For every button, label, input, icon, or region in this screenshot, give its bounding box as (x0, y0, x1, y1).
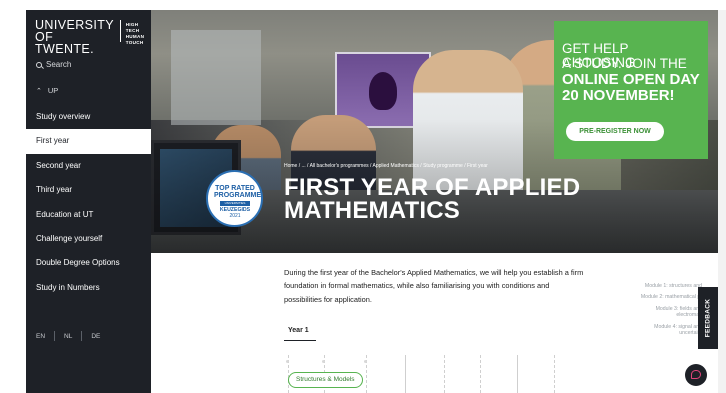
scrollbar[interactable] (718, 10, 726, 393)
promo-line: 20 NOVEMBER! (562, 87, 675, 104)
up-label: UP (47, 86, 59, 95)
university-logo[interactable]: UNIVERSITY OF TWENTE. HIGH TECH HUMAN TO… (35, 19, 151, 56)
pre-register-button[interactable]: PRE-REGISTER NOW (566, 122, 664, 141)
search-button[interactable]: Search (36, 60, 71, 69)
open-day-promo: GET HELP CHOOSING A STUDY. JOIN THE ONLI… (554, 21, 708, 159)
language-de[interactable]: DE (91, 333, 100, 340)
module-list-side: Module 1: structures and Module 2: mathe… (640, 283, 702, 341)
sidebar-item-double-degree-options[interactable]: Double Degree Options (26, 251, 151, 275)
sidebar-item-study-overview[interactable]: Study overview (26, 105, 151, 129)
tab-active-indicator (284, 340, 316, 341)
tab-year-1[interactable]: Year 1 (284, 323, 316, 341)
sidebar-item-first-year[interactable]: First year (26, 129, 151, 154)
sidebar-nav: Study overview First year Second year Th… (26, 105, 151, 300)
logo-tag-line2: HUMAN TOUCH (125, 34, 145, 45)
badge-title: TOP RATED PROGRAMME (214, 185, 262, 199)
timeline-divider (554, 355, 555, 393)
language-en[interactable]: EN (36, 333, 45, 340)
page-frame-left (0, 0, 26, 393)
promo-line: ONLINE OPEN DAY (562, 71, 700, 88)
side-module-item[interactable]: Module 2: mathematical pr (640, 294, 702, 300)
breadcrumb[interactable]: Home / ... / All bachelor's programmes /… (284, 163, 488, 169)
language-divider (81, 331, 83, 341)
chevron-up-icon: ⌃ (36, 87, 42, 95)
sidebar-item-challenge-yourself[interactable]: Challenge yourself (26, 227, 151, 251)
tab-label: Year 1 (288, 327, 309, 334)
page-title: FIRST YEAR OF APPLIED MATHEMATICS (284, 174, 581, 224)
language-switcher: EN NL DE (36, 331, 100, 341)
sidebar-item-study-in-numbers[interactable]: Study in Numbers (26, 276, 151, 300)
side-module-item[interactable]: Module 4: signal and uncertaint (640, 324, 702, 337)
sidebar-item-third-year[interactable]: Third year (26, 178, 151, 202)
logo-name: UNIVERSITY OF TWENTE. (35, 19, 114, 56)
logo-name-line2: OF TWENTE. (35, 30, 95, 56)
logo-tag-line1: HIGH TECH (125, 22, 140, 33)
side-module-item[interactable]: Module 3: fields and electromag (640, 306, 702, 319)
timeline-marker (364, 360, 367, 363)
promo-line: A STUDY. JOIN THE (562, 56, 687, 71)
timeline-divider (405, 355, 406, 393)
sidebar-item-second-year[interactable]: Second year (26, 154, 151, 178)
badge-year: 2021 (229, 213, 241, 219)
chat-button[interactable] (685, 364, 707, 386)
logo-tagline: HIGH TECH HUMAN TOUCH (126, 22, 151, 46)
top-rated-badge: TOP RATED PROGRAMME UNIVERSITIES KEUZEGI… (206, 170, 263, 237)
up-button[interactable]: ⌃ UP (36, 86, 58, 95)
logo-divider (120, 20, 121, 42)
module-structures-models[interactable]: Structures & Models (288, 372, 363, 388)
timeline-divider (480, 355, 481, 393)
module-timeline: Structures & Models (284, 355, 584, 393)
feedback-tab[interactable]: FEEDBACK (698, 287, 718, 349)
intro-paragraph: During the first year of the Bachelor's … (284, 268, 584, 304)
timeline-divider (517, 355, 518, 393)
timeline-marker (286, 360, 289, 363)
page-frame-top (0, 0, 726, 10)
sidebar-item-education-at-ut[interactable]: Education at UT (26, 203, 151, 227)
chat-bubble-icon (691, 370, 701, 379)
side-module-item[interactable]: Module 1: structures and (640, 283, 702, 289)
timeline-marker (322, 360, 325, 363)
badge-brand: UNIVERSITIES (220, 201, 250, 206)
timeline-divider (444, 355, 445, 393)
search-icon (36, 61, 42, 68)
language-nl[interactable]: NL (64, 333, 72, 340)
language-divider (54, 331, 56, 341)
search-label: Search (46, 60, 72, 69)
sidebar: UNIVERSITY OF TWENTE. HIGH TECH HUMAN TO… (26, 10, 151, 393)
feedback-label: FEEDBACK (704, 298, 712, 338)
